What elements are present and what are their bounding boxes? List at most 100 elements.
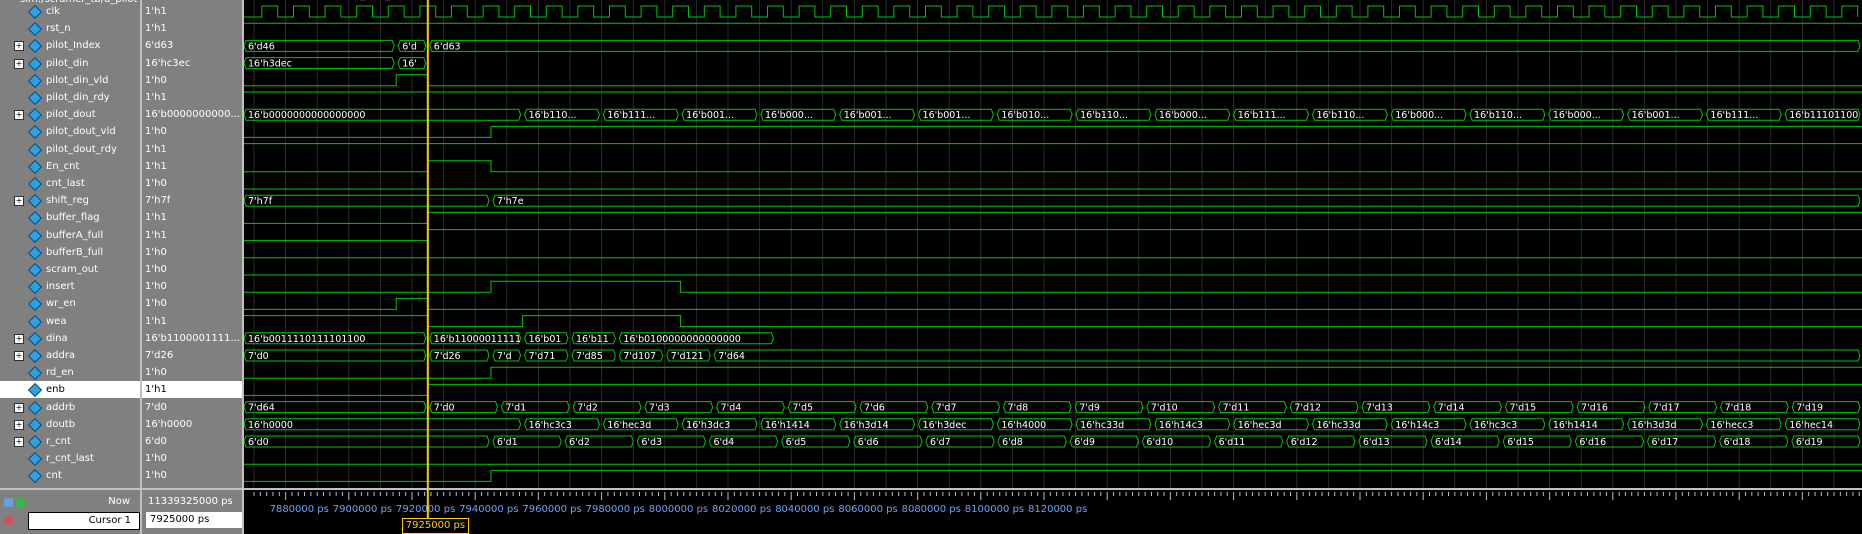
waveform-buffera-full[interactable] xyxy=(244,229,1862,242)
waveform-buffer-flag[interactable] xyxy=(244,211,1862,224)
expand-icon[interactable]: + xyxy=(14,402,24,413)
signal-name-row[interactable]: cnt_last xyxy=(0,175,140,192)
signal-value[interactable]: 7'h7f xyxy=(142,192,242,209)
signal-value[interactable]: 1'h1 xyxy=(142,20,242,37)
signal-name-row[interactable]: + r_cnt xyxy=(0,433,140,450)
expand-icon[interactable]: + xyxy=(14,58,24,69)
waveform-clk[interactable] xyxy=(244,5,1859,18)
signal-value[interactable]: 1'h1 xyxy=(142,89,242,106)
signal-value[interactable]: 1'h0 xyxy=(142,450,242,467)
signal-name-row[interactable]: r_cnt_last xyxy=(0,450,140,467)
zoom-icon[interactable] xyxy=(4,498,13,507)
waveform-doutb[interactable]: 16'h0000 16'hc3c3 16'hec3d 16'h3dc3 16'h1414… xyxy=(244,418,1861,431)
expand-icon[interactable]: + xyxy=(14,419,24,430)
signal-name-row[interactable]: insert xyxy=(0,278,140,295)
signal-name-row[interactable]: + shift_reg xyxy=(0,192,140,209)
cursor-name-box[interactable]: Cursor 1 xyxy=(28,512,140,530)
signal-value[interactable]: 1'h1 xyxy=(142,158,242,175)
signal-value[interactable]: 16'b1100001111... xyxy=(142,330,242,347)
waveform-shift-reg[interactable]: 7'h7f 7'h7e xyxy=(244,194,1861,207)
signal-value[interactable]: 1'h0 xyxy=(142,278,242,295)
signal-value[interactable]: 1'h0 xyxy=(142,175,242,192)
expand-icon[interactable]: + xyxy=(14,41,24,52)
signal-name-row[interactable]: scram_out xyxy=(0,261,140,278)
time-ruler-pane[interactable]: 7880000 ps 7900000 ps 7920000 ps 7940000 ps… xyxy=(244,488,1862,534)
waveform-wr-en[interactable] xyxy=(244,297,1862,310)
signal-name-row[interactable]: En_cnt xyxy=(0,158,140,175)
signal-name-row[interactable]: pilot_din_vld xyxy=(0,72,140,89)
signal-name-row[interactable]: enb xyxy=(0,381,140,399)
waveform-wea[interactable] xyxy=(244,315,1862,328)
waveform-r-cnt[interactable]: 6'd0 6'd1 6'd2 6'd3 6'd4 6'd5 6'd6 6'd7 6'd8 6'd9… xyxy=(244,435,1861,448)
signal-name-row[interactable]: buffer_flag xyxy=(0,209,140,226)
signal-name-row[interactable]: wea xyxy=(0,313,140,330)
expand-icon[interactable]: + xyxy=(14,333,24,344)
signal-value[interactable]: 6'd0 xyxy=(142,433,242,450)
signal-value[interactable]: 1'h1 xyxy=(142,381,242,399)
signal-name-pane: sim:/scramer_tb/u_pilotclkrst_n+pilot_In… xyxy=(0,0,142,488)
signal-name-row[interactable]: pilot_dout_rdy xyxy=(0,141,140,158)
signal-name-row[interactable]: + pilot_din xyxy=(0,55,140,72)
waveform-canvas[interactable]: (Region: sim:/scramer_tb/u_pilot)6'd466'… xyxy=(244,0,1862,488)
waveform-cnt[interactable] xyxy=(244,469,1862,482)
lock-cursor-icon[interactable] xyxy=(4,516,13,525)
signal-value[interactable]: 1'h1 xyxy=(142,141,242,158)
waveform-addra[interactable]: 7'd0 7'd26 7'd 7'd71 7'd85 7'd107 7'd121 7'd64 xyxy=(244,349,1861,362)
signal-value[interactable]: 1'h0 xyxy=(142,364,242,381)
signal-icon xyxy=(27,400,43,415)
signal-value[interactable]: 7'd0 xyxy=(142,399,242,416)
signal-name-row[interactable]: + doutb xyxy=(0,416,140,433)
waveform-pilot-dout[interactable]: 16'b0000000000000000 16'b110... 16'b111...… xyxy=(244,108,1861,121)
signal-name-row[interactable]: + addra xyxy=(0,347,140,364)
waveform-enb[interactable] xyxy=(244,383,1862,396)
signal-value[interactable]: 6'd63 xyxy=(142,37,242,54)
signal-name-row[interactable]: rd_en xyxy=(0,364,140,381)
time-ruler[interactable]: 7880000 ps 7900000 ps 7920000 ps 7940000 ps… xyxy=(244,490,1862,534)
signal-value[interactable]: 1'h1 xyxy=(142,313,242,330)
signal-name-row[interactable]: + pilot_Index xyxy=(0,37,140,54)
signal-icon xyxy=(27,262,43,278)
waveform-pilot-index[interactable]: 6'd46 6'd 6'd63 xyxy=(244,39,1861,52)
waveform-pilot-dout-vld[interactable] xyxy=(244,125,1862,138)
signal-value[interactable]: 1'h1 xyxy=(142,3,242,20)
waveform-insert[interactable] xyxy=(244,280,1862,293)
bus-value-label: 6'd9 xyxy=(1074,437,1095,448)
signal-value[interactable]: 1'h1 xyxy=(142,227,242,244)
signal-value[interactable]: 1'h0 xyxy=(142,123,242,140)
signal-value[interactable]: 1'h0 xyxy=(142,244,242,261)
signal-value[interactable]: 7'd26 xyxy=(142,347,242,364)
signal-value[interactable]: 1'h1 xyxy=(142,209,242,226)
signal-name-row[interactable]: + pilot_dout xyxy=(0,106,140,123)
expand-icon[interactable]: + xyxy=(14,196,24,207)
signal-value[interactable]: 16'hc3ec xyxy=(142,55,242,72)
signal-name-row[interactable]: rst_n xyxy=(0,20,140,37)
expand-icon[interactable]: + xyxy=(14,437,24,447)
waveform-addrb[interactable]: 7'd64 7'd0 7'd1 7'd2 7'd3 7'd4 7'd5 7'd6 7'd7 7'd… xyxy=(244,401,1861,414)
signal-name-row[interactable]: bufferA_full xyxy=(0,227,140,244)
signal-name-row[interactable]: wr_en xyxy=(0,295,140,312)
waveform-pilot-din-vld[interactable] xyxy=(244,74,1862,87)
waveform-en-cnt[interactable] xyxy=(244,160,1862,173)
signal-name-row[interactable]: + dina xyxy=(0,330,140,347)
signal-name-row[interactable]: + addrb xyxy=(0,399,140,416)
expand-icon[interactable]: + xyxy=(14,110,24,121)
signal-name: insert xyxy=(46,281,75,293)
signal-value[interactable]: 1'h0 xyxy=(142,295,242,312)
waveform-pane[interactable]: (Region: sim:/scramer_tb/u_pilot)6'd466'… xyxy=(244,0,1862,488)
signal-value[interactable]: 16'h0000 xyxy=(142,416,242,433)
signal-value[interactable]: 1'h0 xyxy=(142,72,242,89)
signal-icon xyxy=(27,125,43,140)
waveform-dina[interactable]: 16'b0011110111101100 16'b11000011111 16'b0… xyxy=(244,332,774,345)
signal-name-row[interactable]: pilot_din_rdy xyxy=(0,89,140,106)
signal-name-row[interactable]: bufferB_full xyxy=(0,244,140,261)
waveform-pilot-din[interactable]: 16'h3dec 16' xyxy=(244,57,427,70)
signal-name-row[interactable]: cnt xyxy=(0,467,140,484)
signal-value[interactable]: 16'b0000000000... xyxy=(142,106,242,123)
signal-value[interactable]: 1'h0 xyxy=(142,261,242,278)
waveform-rd-en[interactable] xyxy=(244,366,1862,379)
signal-name-row[interactable]: pilot_dout_vld xyxy=(0,123,140,140)
expand-icon[interactable]: + xyxy=(14,351,24,361)
signal-value[interactable]: 1'h0 xyxy=(142,467,242,484)
signal-name-row[interactable]: clk xyxy=(0,3,140,20)
add-cursor-icon[interactable] xyxy=(16,498,25,507)
